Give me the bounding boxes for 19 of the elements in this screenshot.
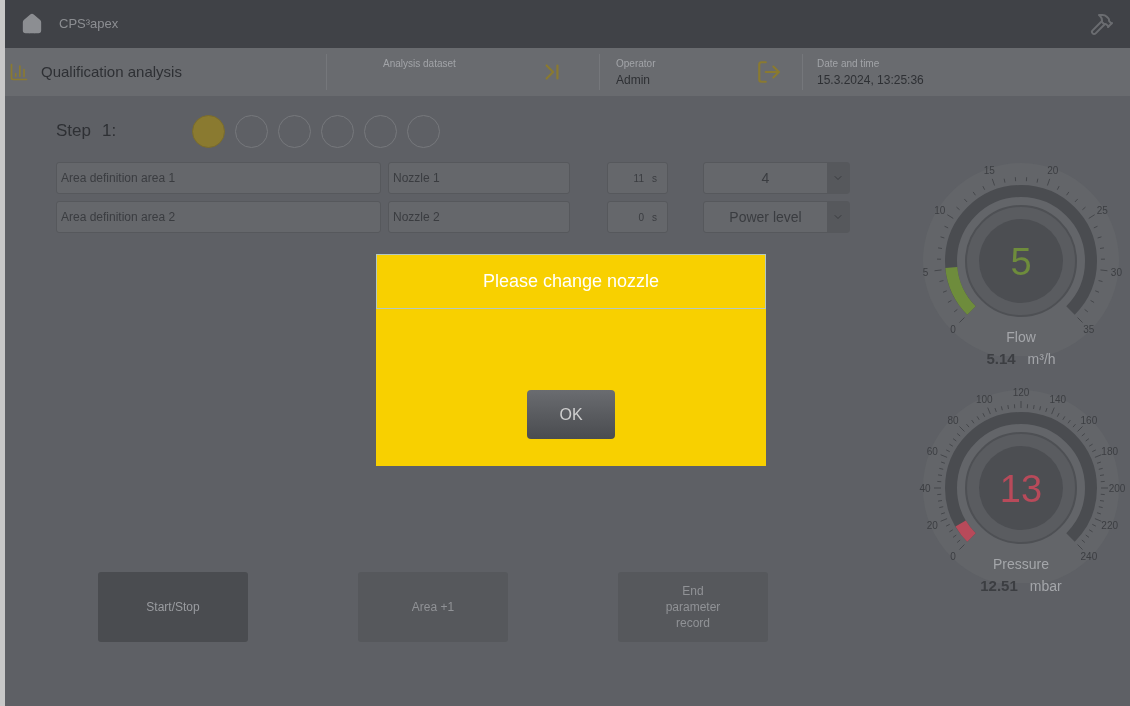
home-icon[interactable] [21, 13, 43, 35]
gauge-unit: mbar [1029, 576, 1062, 596]
datetime-value: 15.3.2024, 13:25:36 [817, 71, 924, 89]
app-title: CPS³apex [59, 15, 119, 34]
operator-name: Admin [616, 71, 651, 89]
bar-chart-icon [9, 62, 29, 82]
gauge-unit: m³/h [1027, 350, 1056, 369]
gauge-label: Pressure [993, 556, 1049, 571]
ok-button[interactable]: OK [527, 390, 615, 439]
gauge-display-value: 5 [1010, 241, 1032, 283]
hammer-icon[interactable] [1090, 12, 1114, 36]
page-title: Qualification analysis [41, 61, 183, 82]
operator-label: Operator [616, 56, 657, 71]
logout-icon[interactable] [756, 59, 782, 85]
gauge-label: Flow [1006, 330, 1036, 344]
gauge-display-value: 13 [999, 467, 1043, 510]
action-button[interactable]: Start/Stop [98, 572, 248, 642]
dataset-label: Analysis dataset [383, 57, 457, 71]
dialog-title: Please change nozzle [376, 254, 766, 309]
